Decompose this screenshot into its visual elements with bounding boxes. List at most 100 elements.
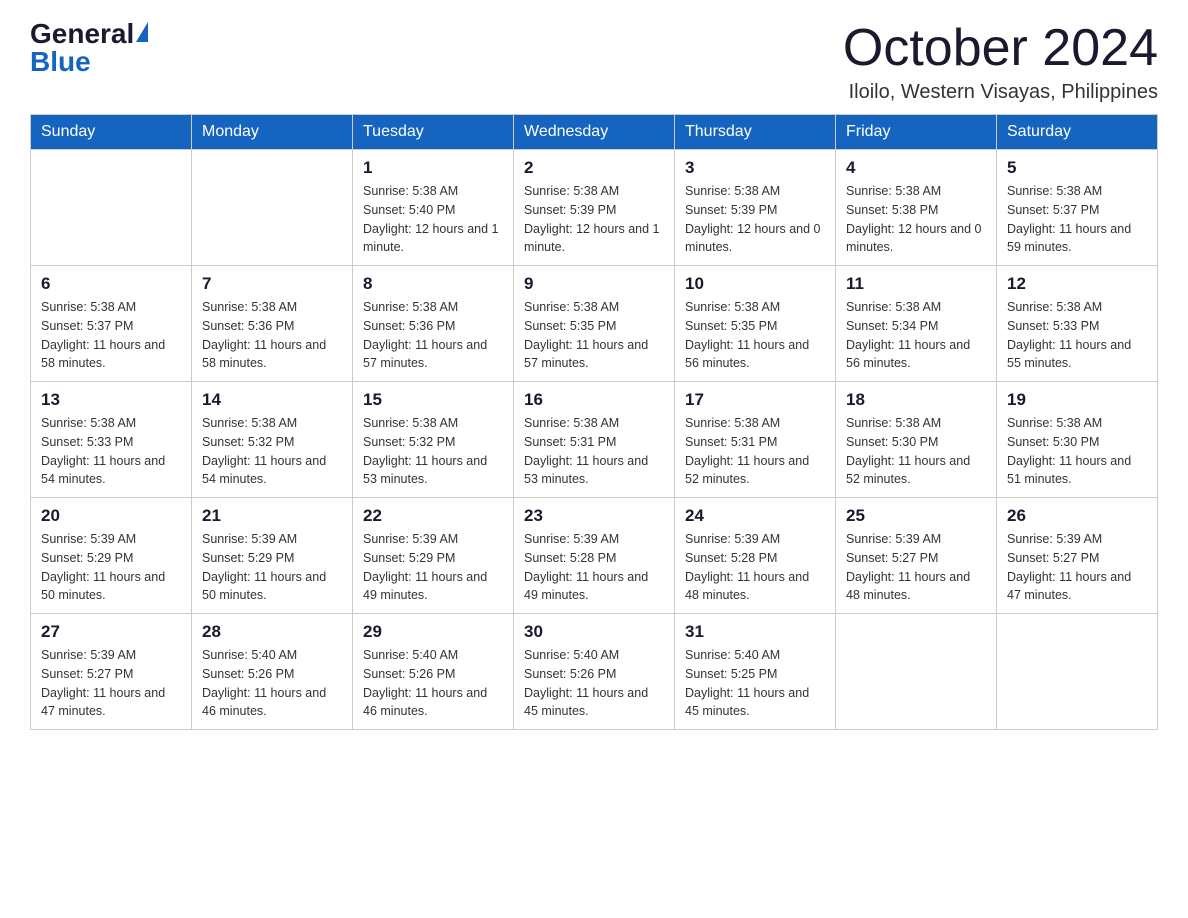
calendar-cell: 13 Sunrise: 5:38 AMSunset: 5:33 PMDayligh…	[31, 382, 192, 498]
calendar-cell: 25 Sunrise: 5:39 AMSunset: 5:27 PMDayligh…	[836, 498, 997, 614]
calendar-cell: 9 Sunrise: 5:38 AMSunset: 5:35 PMDaylight…	[514, 266, 675, 382]
day-number: 9	[524, 274, 664, 294]
week-row-2: 6 Sunrise: 5:38 AMSunset: 5:37 PMDaylight…	[31, 266, 1158, 382]
weekday-header-wednesday: Wednesday	[514, 115, 675, 150]
calendar-cell: 5 Sunrise: 5:38 AMSunset: 5:37 PMDaylight…	[997, 150, 1158, 266]
calendar-cell: 30 Sunrise: 5:40 AMSunset: 5:26 PMDayligh…	[514, 614, 675, 730]
weekday-header-sunday: Sunday	[31, 115, 192, 150]
day-number: 19	[1007, 390, 1147, 410]
day-number: 5	[1007, 158, 1147, 178]
calendar-cell: 24 Sunrise: 5:39 AMSunset: 5:28 PMDayligh…	[675, 498, 836, 614]
day-number: 25	[846, 506, 986, 526]
day-info: Sunrise: 5:39 AMSunset: 5:27 PMDaylight:…	[846, 530, 986, 605]
day-number: 2	[524, 158, 664, 178]
calendar-cell: 12 Sunrise: 5:38 AMSunset: 5:33 PMDayligh…	[997, 266, 1158, 382]
calendar-cell: 20Sunrise: 5:39 AMSunset: 5:29 PMDayligh…	[31, 498, 192, 614]
day-number: 8	[363, 274, 503, 294]
day-info: Sunrise: 5:38 AMSunset: 5:33 PMDaylight:…	[1007, 298, 1147, 373]
header: General Blue October 2024 Iloilo, Wester…	[30, 20, 1158, 104]
day-info: Sunrise: 5:38 AMSunset: 5:36 PMDaylight:…	[363, 298, 503, 373]
calendar-cell	[192, 150, 353, 266]
day-number: 13	[41, 390, 181, 410]
calendar-cell: 17Sunrise: 5:38 AMSunset: 5:31 PMDayligh…	[675, 382, 836, 498]
day-number: 27	[41, 622, 181, 642]
calendar-cell	[31, 150, 192, 266]
day-number: 7	[202, 274, 342, 294]
day-info: Sunrise: 5:39 AMSunset: 5:29 PMDaylight:…	[41, 530, 181, 605]
day-number: 22	[363, 506, 503, 526]
day-info: Sunrise: 5:38 AMSunset: 5:32 PMDaylight:…	[202, 414, 342, 489]
day-info: Sunrise: 5:38 AMSunset: 5:30 PMDaylight:…	[846, 414, 986, 489]
logo: General Blue	[30, 20, 148, 76]
day-number: 23	[524, 506, 664, 526]
day-number: 4	[846, 158, 986, 178]
day-info: Sunrise: 5:39 AMSunset: 5:27 PMDaylight:…	[41, 646, 181, 721]
day-info: Sunrise: 5:39 AMSunset: 5:28 PMDaylight:…	[524, 530, 664, 605]
day-info: Sunrise: 5:38 AMSunset: 5:34 PMDaylight:…	[846, 298, 986, 373]
calendar-cell: 14 Sunrise: 5:38 AMSunset: 5:32 PMDayligh…	[192, 382, 353, 498]
day-info: Sunrise: 5:38 AMSunset: 5:32 PMDaylight:…	[363, 414, 503, 489]
week-row-4: 20Sunrise: 5:39 AMSunset: 5:29 PMDayligh…	[31, 498, 1158, 614]
day-info: Sunrise: 5:38 AMSunset: 5:38 PMDaylight:…	[846, 182, 986, 257]
day-info: Sunrise: 5:40 AMSunset: 5:26 PMDaylight:…	[202, 646, 342, 721]
day-number: 10	[685, 274, 825, 294]
calendar-cell	[997, 614, 1158, 730]
calendar-cell: 4 Sunrise: 5:38 AMSunset: 5:38 PMDaylight…	[836, 150, 997, 266]
week-row-3: 13 Sunrise: 5:38 AMSunset: 5:33 PMDayligh…	[31, 382, 1158, 498]
calendar-cell: 2 Sunrise: 5:38 AMSunset: 5:39 PMDaylight…	[514, 150, 675, 266]
calendar-cell: 29 Sunrise: 5:40 AMSunset: 5:26 PMDayligh…	[353, 614, 514, 730]
calendar-cell: 28 Sunrise: 5:40 AMSunset: 5:26 PMDayligh…	[192, 614, 353, 730]
day-number: 31	[685, 622, 825, 642]
day-number: 29	[363, 622, 503, 642]
day-info: Sunrise: 5:38 AMSunset: 5:37 PMDaylight:…	[1007, 182, 1147, 257]
calendar-cell: 19 Sunrise: 5:38 AMSunset: 5:30 PMDayligh…	[997, 382, 1158, 498]
calendar-cell: 26Sunrise: 5:39 AMSunset: 5:27 PMDayligh…	[997, 498, 1158, 614]
weekday-header-monday: Monday	[192, 115, 353, 150]
weekday-header-tuesday: Tuesday	[353, 115, 514, 150]
day-number: 14	[202, 390, 342, 410]
calendar-cell: 31 Sunrise: 5:40 AMSunset: 5:25 PMDayligh…	[675, 614, 836, 730]
logo-general-text: General	[30, 20, 134, 48]
day-number: 21	[202, 506, 342, 526]
month-year-title: October 2024	[843, 20, 1158, 77]
day-number: 18	[846, 390, 986, 410]
day-number: 6	[41, 274, 181, 294]
logo-triangle-icon	[136, 22, 148, 42]
day-info: Sunrise: 5:39 AMSunset: 5:29 PMDaylight:…	[202, 530, 342, 605]
calendar-cell: 18 Sunrise: 5:38 AMSunset: 5:30 PMDayligh…	[836, 382, 997, 498]
day-info: Sunrise: 5:39 AMSunset: 5:28 PMDaylight:…	[685, 530, 825, 605]
day-info: Sunrise: 5:40 AMSunset: 5:26 PMDaylight:…	[363, 646, 503, 721]
day-info: Sunrise: 5:38 AMSunset: 5:31 PMDaylight:…	[524, 414, 664, 489]
calendar-cell: 8 Sunrise: 5:38 AMSunset: 5:36 PMDaylight…	[353, 266, 514, 382]
calendar-cell: 16 Sunrise: 5:38 AMSunset: 5:31 PMDayligh…	[514, 382, 675, 498]
calendar-table: SundayMondayTuesdayWednesdayThursdayFrid…	[30, 114, 1158, 730]
calendar-cell: 10 Sunrise: 5:38 AMSunset: 5:35 PMDayligh…	[675, 266, 836, 382]
day-info: Sunrise: 5:38 AMSunset: 5:35 PMDaylight:…	[685, 298, 825, 373]
day-number: 28	[202, 622, 342, 642]
day-info: Sunrise: 5:40 AMSunset: 5:25 PMDaylight:…	[685, 646, 825, 721]
day-info: Sunrise: 5:38 AMSunset: 5:33 PMDaylight:…	[41, 414, 181, 489]
day-info: Sunrise: 5:38 AMSunset: 5:40 PMDaylight:…	[363, 182, 503, 257]
calendar-cell: 1Sunrise: 5:38 AMSunset: 5:40 PMDaylight…	[353, 150, 514, 266]
weekday-header-saturday: Saturday	[997, 115, 1158, 150]
day-info: Sunrise: 5:40 AMSunset: 5:26 PMDaylight:…	[524, 646, 664, 721]
week-row-5: 27 Sunrise: 5:39 AMSunset: 5:27 PMDayligh…	[31, 614, 1158, 730]
weekday-header-thursday: Thursday	[675, 115, 836, 150]
day-number: 16	[524, 390, 664, 410]
calendar-cell: 15Sunrise: 5:38 AMSunset: 5:32 PMDayligh…	[353, 382, 514, 498]
day-number: 12	[1007, 274, 1147, 294]
day-info: Sunrise: 5:38 AMSunset: 5:30 PMDaylight:…	[1007, 414, 1147, 489]
day-number: 24	[685, 506, 825, 526]
calendar-cell: 21 Sunrise: 5:39 AMSunset: 5:29 PMDayligh…	[192, 498, 353, 614]
day-info: Sunrise: 5:38 AMSunset: 5:39 PMDaylight:…	[524, 182, 664, 257]
day-info: Sunrise: 5:39 AMSunset: 5:29 PMDaylight:…	[363, 530, 503, 605]
weekday-header-friday: Friday	[836, 115, 997, 150]
day-info: Sunrise: 5:38 AMSunset: 5:37 PMDaylight:…	[41, 298, 181, 373]
calendar-cell: 7Sunrise: 5:38 AMSunset: 5:36 PMDaylight…	[192, 266, 353, 382]
day-number: 17	[685, 390, 825, 410]
day-number: 30	[524, 622, 664, 642]
calendar-cell: 11 Sunrise: 5:38 AMSunset: 5:34 PMDayligh…	[836, 266, 997, 382]
day-number: 11	[846, 274, 986, 294]
day-info: Sunrise: 5:38 AMSunset: 5:35 PMDaylight:…	[524, 298, 664, 373]
calendar-cell: 6 Sunrise: 5:38 AMSunset: 5:37 PMDaylight…	[31, 266, 192, 382]
